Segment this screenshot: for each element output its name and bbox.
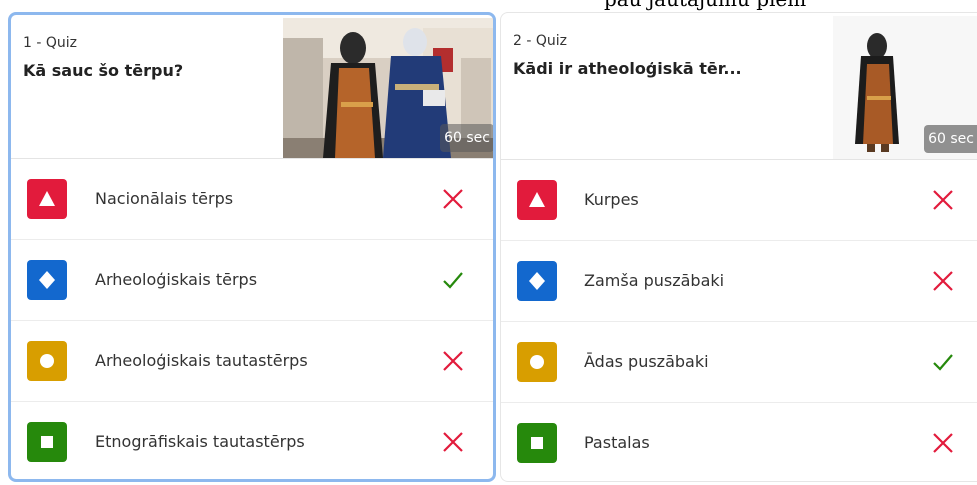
quiz-number: 2 - Quiz [513, 33, 567, 49]
circle-icon [27, 341, 67, 381]
answer-text: Ādas puszābaki [584, 352, 709, 371]
answer-option-diamond[interactable]: Arheoloģiskais tērps [11, 240, 493, 321]
answer-text: Zamša puszābaki [584, 271, 725, 290]
answer-option-square[interactable]: Etnogrāfiskais tautastērps [11, 402, 493, 479]
answer-text: Arheoloģiskais tautastērps [95, 351, 308, 370]
square-icon [27, 422, 67, 462]
wrong-cross-icon [443, 432, 463, 452]
quiz-card-2[interactable]: 2 - Quiz Kādi ir atheoloģiskā tēr... 60 … [500, 12, 977, 482]
answer-option-triangle[interactable]: Nacionālais tērps [11, 159, 493, 240]
correct-check-icon [933, 354, 953, 371]
wrong-cross-icon [933, 433, 953, 453]
quiz-number: 1 - Quiz [23, 35, 77, 51]
quiz-card-1[interactable]: 1 - Quiz Kā sauc šo tērpu? 60 sec Nacion… [8, 12, 496, 482]
answer-text: Arheoloģiskais tērps [95, 270, 258, 289]
circle-icon [517, 342, 557, 382]
diamond-icon [517, 261, 557, 301]
wrong-cross-icon [443, 351, 463, 371]
triangle-icon [517, 180, 557, 220]
answer-option-circle[interactable]: Ādas puszābaki [501, 322, 977, 403]
answer-text: Nacionālais tērps [95, 189, 234, 208]
costume-person-image[interactable]: 60 sec [833, 16, 977, 159]
answer-text: Kurpes [584, 190, 639, 209]
quiz-title: Kā sauc šo tērpu? [23, 61, 184, 80]
museum-mannequins-image[interactable]: 60 sec [283, 18, 493, 158]
triangle-icon [27, 179, 67, 219]
wrong-cross-icon [933, 271, 953, 291]
cropped-header-label: pau jautājumu piem [604, 0, 806, 11]
wrong-cross-icon [933, 190, 953, 210]
answer-option-diamond[interactable]: Zamša puszābaki [501, 241, 977, 322]
timer-badge: 60 sec [924, 125, 977, 153]
diamond-icon [27, 260, 67, 300]
correct-check-icon [443, 272, 463, 289]
answer-text: Pastalas [584, 433, 650, 452]
answer-text: Etnogrāfiskais tautastērps [95, 432, 305, 451]
answer-option-square[interactable]: Pastalas [501, 403, 977, 481]
wrong-cross-icon [443, 189, 463, 209]
answer-option-circle[interactable]: Arheoloģiskais tautastērps [11, 321, 493, 402]
quiz-title: Kādi ir atheoloģiskā tēr... [513, 59, 742, 78]
square-icon [517, 423, 557, 463]
quiz-card-header: 1 - Quiz Kā sauc šo tērpu? 60 sec [11, 15, 493, 159]
quiz-card-header: 2 - Quiz Kādi ir atheoloģiskā tēr... 60 … [501, 13, 977, 160]
answer-option-triangle[interactable]: Kurpes [501, 160, 977, 241]
timer-badge: 60 sec [440, 124, 493, 152]
